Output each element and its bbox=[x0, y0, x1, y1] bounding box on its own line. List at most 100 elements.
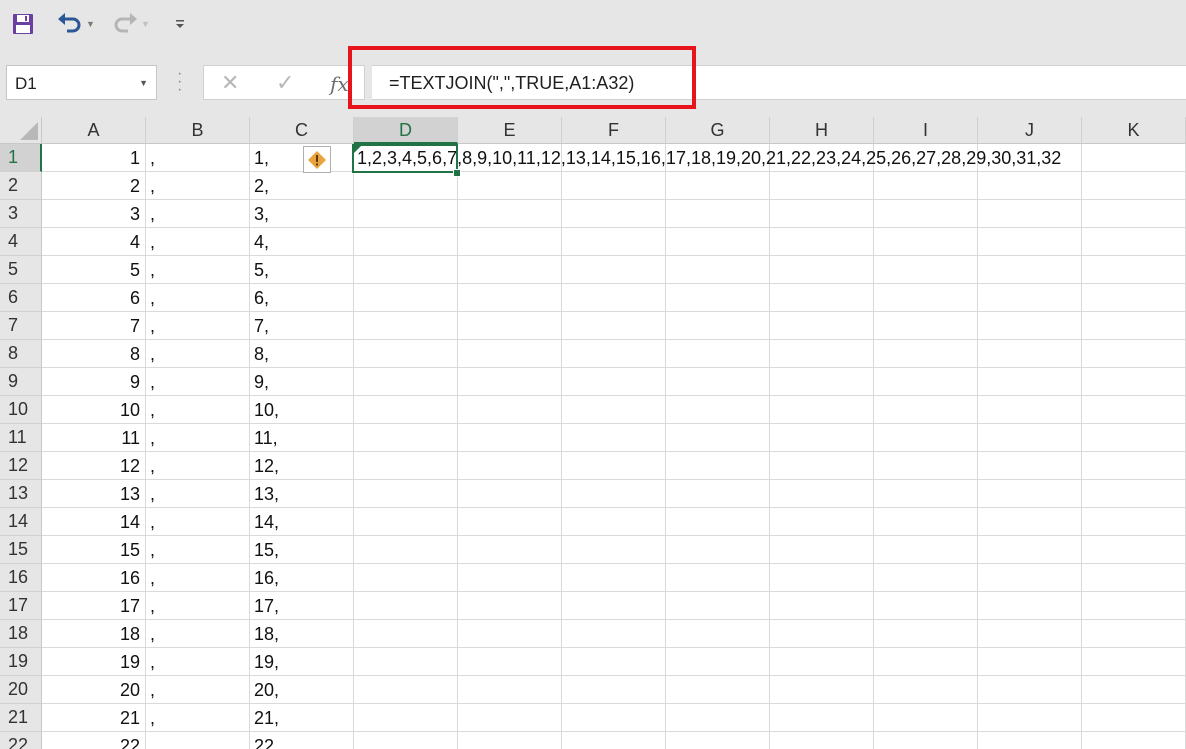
row-header-20[interactable]: 20 bbox=[0, 676, 42, 704]
cell-b18[interactable]: , bbox=[150, 620, 246, 648]
column-header-b[interactable]: B bbox=[146, 117, 250, 144]
column-header-i[interactable]: I bbox=[874, 117, 978, 144]
cell-a18[interactable]: 18 bbox=[42, 620, 140, 648]
row-header-18[interactable]: 18 bbox=[0, 620, 42, 648]
cell-c14[interactable]: 14, bbox=[254, 508, 350, 536]
cell-c12[interactable]: 12, bbox=[254, 452, 350, 480]
row-header-8[interactable]: 8 bbox=[0, 340, 42, 368]
cell-c5[interactable]: 5, bbox=[254, 256, 350, 284]
cell-a5[interactable]: 5 bbox=[42, 256, 140, 284]
cell-c6[interactable]: 6, bbox=[254, 284, 350, 312]
formula-bar-resize-handle[interactable]: · · · bbox=[177, 66, 182, 98]
cell-c2[interactable]: 2, bbox=[254, 172, 350, 200]
cell-b20[interactable]: , bbox=[150, 676, 246, 704]
column-header-f[interactable]: F bbox=[562, 117, 666, 144]
customize-toolbar-button[interactable] bbox=[170, 10, 190, 38]
cell-a15[interactable]: 15 bbox=[42, 536, 140, 564]
error-options-button[interactable] bbox=[303, 146, 331, 173]
row-header-15[interactable]: 15 bbox=[0, 536, 42, 564]
cell-b16[interactable]: , bbox=[150, 564, 246, 592]
cell-b4[interactable]: , bbox=[150, 228, 246, 256]
row-header-12[interactable]: 12 bbox=[0, 452, 42, 480]
row-header-2[interactable]: 2 bbox=[0, 172, 42, 200]
row-header-7[interactable]: 7 bbox=[0, 312, 42, 340]
column-header-e[interactable]: E bbox=[458, 117, 562, 144]
row-header-17[interactable]: 17 bbox=[0, 592, 42, 620]
row-header-9[interactable]: 9 bbox=[0, 368, 42, 396]
cell-c19[interactable]: 19, bbox=[254, 648, 350, 676]
cell-c13[interactable]: 13, bbox=[254, 480, 350, 508]
cell-b9[interactable]: , bbox=[150, 368, 246, 396]
cell-a2[interactable]: 2 bbox=[42, 172, 140, 200]
cell-b8[interactable]: , bbox=[150, 340, 246, 368]
cell-b17[interactable]: , bbox=[150, 592, 246, 620]
cell-c4[interactable]: 4, bbox=[254, 228, 350, 256]
cell-b6[interactable]: , bbox=[150, 284, 246, 312]
cell-a8[interactable]: 8 bbox=[42, 340, 140, 368]
cell-b3[interactable]: , bbox=[150, 200, 246, 228]
cell-a13[interactable]: 13 bbox=[42, 480, 140, 508]
save-button[interactable] bbox=[10, 10, 36, 38]
formula-input[interactable]: =TEXTJOIN(",",TRUE,A1:A32) bbox=[372, 65, 1186, 100]
select-all-button[interactable] bbox=[0, 117, 42, 144]
row-header-14[interactable]: 14 bbox=[0, 508, 42, 536]
cell-b2[interactable]: , bbox=[150, 172, 246, 200]
chevron-down-icon[interactable]: ▼ bbox=[139, 78, 148, 88]
cell-b14[interactable]: , bbox=[150, 508, 246, 536]
cell-c8[interactable]: 8, bbox=[254, 340, 350, 368]
cell-a19[interactable]: 19 bbox=[42, 648, 140, 676]
cell-a20[interactable]: 20 bbox=[42, 676, 140, 704]
column-header-k[interactable]: K bbox=[1082, 117, 1186, 144]
cell-b5[interactable]: , bbox=[150, 256, 246, 284]
row-header-21[interactable]: 21 bbox=[0, 704, 42, 732]
cell-a11[interactable]: 11 bbox=[42, 424, 140, 452]
cell-a9[interactable]: 9 bbox=[42, 368, 140, 396]
column-header-j[interactable]: J bbox=[978, 117, 1082, 144]
cell-d1[interactable]: 1,2,3,4,5,6,7,8,9,10,11,12,13,14,15,16,1… bbox=[357, 144, 1186, 172]
cell-a10[interactable]: 10 bbox=[42, 396, 140, 424]
cell-a4[interactable]: 4 bbox=[42, 228, 140, 256]
cell-c22[interactable]: 22, bbox=[254, 732, 350, 749]
cell-c18[interactable]: 18, bbox=[254, 620, 350, 648]
row-header-16[interactable]: 16 bbox=[0, 564, 42, 592]
enter-button[interactable]: ✓ bbox=[276, 70, 294, 96]
cell-b15[interactable]: , bbox=[150, 536, 246, 564]
cell-a21[interactable]: 21 bbox=[42, 704, 140, 732]
cell-b19[interactable]: , bbox=[150, 648, 246, 676]
cell-a6[interactable]: 6 bbox=[42, 284, 140, 312]
cell-a7[interactable]: 7 bbox=[42, 312, 140, 340]
row-header-5[interactable]: 5 bbox=[0, 256, 42, 284]
cell-a14[interactable]: 14 bbox=[42, 508, 140, 536]
row-header-22[interactable]: 22 bbox=[0, 732, 42, 749]
cell-a17[interactable]: 17 bbox=[42, 592, 140, 620]
column-header-a[interactable]: A bbox=[42, 117, 146, 144]
cell-b22[interactable]: , bbox=[150, 732, 246, 749]
cell-c11[interactable]: 11, bbox=[254, 424, 350, 452]
cell-b7[interactable]: , bbox=[150, 312, 246, 340]
cell-b13[interactable]: , bbox=[150, 480, 246, 508]
cell-c21[interactable]: 21, bbox=[254, 704, 350, 732]
row-header-1[interactable]: 1 bbox=[0, 144, 42, 172]
cell-a22[interactable]: 22 bbox=[42, 732, 140, 749]
cancel-button[interactable]: ✕ bbox=[221, 70, 239, 96]
cell-c17[interactable]: 17, bbox=[254, 592, 350, 620]
cell-a16[interactable]: 16 bbox=[42, 564, 140, 592]
cell-c3[interactable]: 3, bbox=[254, 200, 350, 228]
row-header-10[interactable]: 10 bbox=[0, 396, 42, 424]
insert-function-button[interactable]: fx bbox=[330, 72, 349, 96]
row-header-6[interactable]: 6 bbox=[0, 284, 42, 312]
cell-b12[interactable]: , bbox=[150, 452, 246, 480]
cell-b11[interactable]: , bbox=[150, 424, 246, 452]
fill-handle[interactable] bbox=[453, 169, 461, 177]
row-header-3[interactable]: 3 bbox=[0, 200, 42, 228]
cell-b10[interactable]: , bbox=[150, 396, 246, 424]
row-header-4[interactable]: 4 bbox=[0, 228, 42, 256]
cell-a3[interactable]: 3 bbox=[42, 200, 140, 228]
cell-c1[interactable]: 1, bbox=[254, 144, 350, 172]
cell-a12[interactable]: 12 bbox=[42, 452, 140, 480]
column-header-h[interactable]: H bbox=[770, 117, 874, 144]
undo-button[interactable]: ▼ bbox=[52, 10, 100, 38]
cell-c20[interactable]: 20, bbox=[254, 676, 350, 704]
spreadsheet-grid[interactable]: A B C D E F G H I J K 1 1, 1, 2 2, 2, 3 3, 3, 4 4, 4, 5 5, 5, 6 6, 6… bbox=[0, 117, 1186, 749]
row-header-13[interactable]: 13 bbox=[0, 480, 42, 508]
